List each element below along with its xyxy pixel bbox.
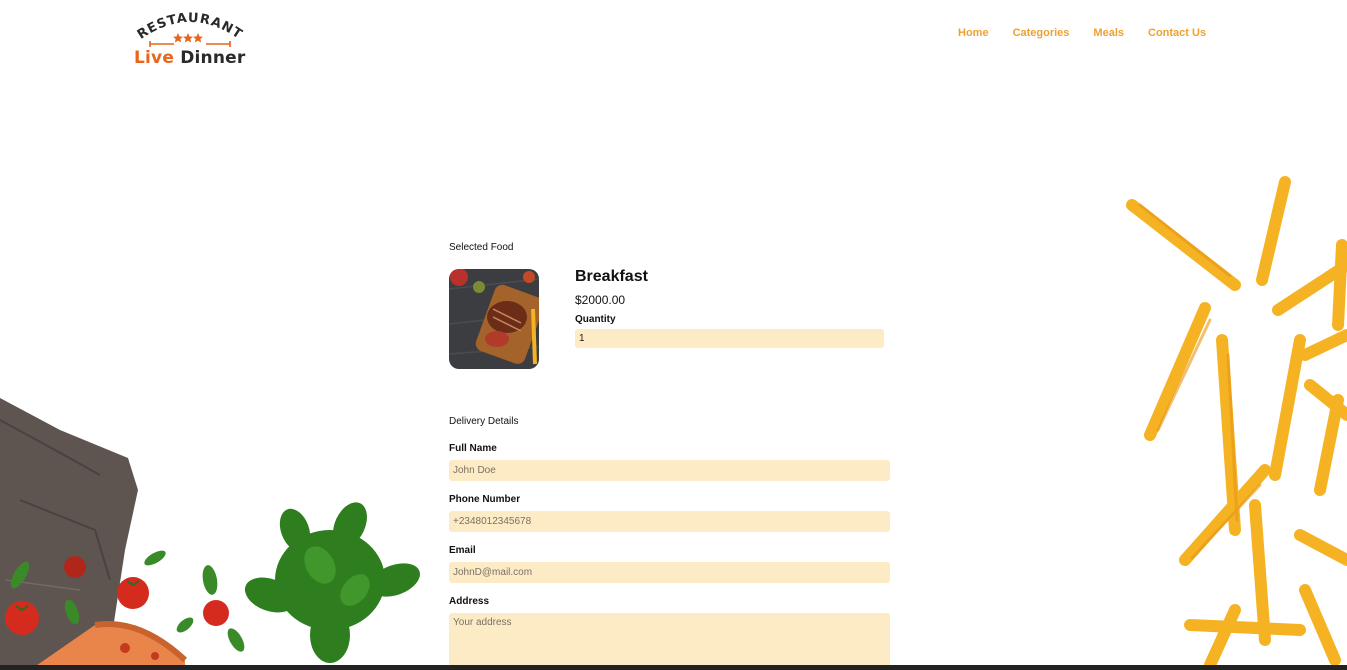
email-input[interactable]	[449, 562, 890, 583]
nav-contact-us[interactable]: Contact Us	[1148, 27, 1206, 39]
nav-meals[interactable]: Meals	[1093, 27, 1124, 39]
email-label: Email	[449, 545, 476, 556]
logo-cutlery-icon	[149, 41, 231, 47]
delivery-details-title: Delivery Details	[449, 416, 519, 427]
food-image	[449, 269, 539, 369]
phone-number-label: Phone Number	[449, 494, 521, 505]
address-label: Address	[449, 596, 490, 607]
food-decoration-left-image	[0, 398, 420, 670]
fries-decoration-right-image	[1126, 176, 1347, 670]
logo[interactable]: RESTAURANT Live Dinner	[130, 8, 250, 72]
main-nav: Home Categories Meals Contact Us	[958, 27, 1230, 39]
logo-emblem: RESTAURANT	[135, 11, 244, 47]
bottom-edge-bar	[0, 665, 1347, 670]
steak-image	[449, 269, 539, 369]
food-price: $2000.00	[575, 293, 626, 307]
logo-stars-icon	[173, 33, 203, 43]
address-textarea[interactable]	[449, 613, 890, 670]
logo-word-live: Live	[134, 48, 175, 68]
nav-categories[interactable]: Categories	[1013, 27, 1070, 39]
phone-number-input[interactable]	[449, 511, 890, 532]
quantity-input[interactable]	[575, 329, 884, 348]
nav-home[interactable]: Home	[958, 27, 989, 39]
logo-wordmark: Live Dinner	[134, 48, 245, 68]
logo-word-dinner: Dinner	[180, 48, 246, 68]
full-name-input[interactable]	[449, 460, 890, 481]
quantity-label: Quantity	[575, 314, 616, 325]
selected-food-title: Selected Food	[449, 242, 514, 253]
full-name-label: Full Name	[449, 443, 497, 454]
food-name: Breakfast	[575, 268, 648, 285]
